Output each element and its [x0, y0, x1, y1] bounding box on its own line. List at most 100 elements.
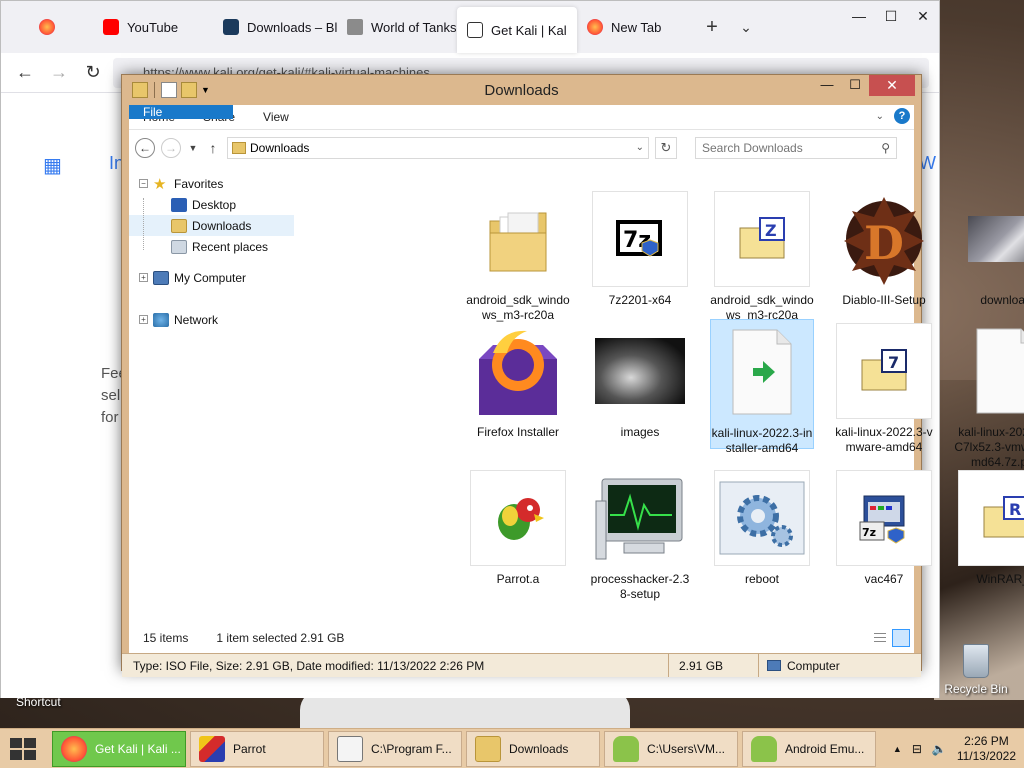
back-button[interactable]: ← [135, 137, 155, 158]
recycle-bin-label: Recycle Bin [944, 682, 1008, 696]
collapse-icon[interactable]: − [139, 179, 148, 188]
file-list: android_sdk_windows_m3-rc20a 7z 7z2201-x… [294, 165, 1024, 623]
address-bar[interactable]: Downloads ⌄ [227, 136, 649, 159]
taskbar-button-downloads[interactable]: Downloads [466, 730, 600, 767]
tree-favorites[interactable]: − ★ Favorites [129, 173, 294, 194]
explorer-window: ▼ Downloads — ☐ ✕ File Home Share View ⌄… [121, 74, 1024, 677]
file-item[interactable]: R WinRAR_2 [954, 470, 1024, 587]
network-icon [153, 312, 169, 327]
browser-tab-youtube[interactable]: YouTube [93, 1, 213, 53]
expand-ribbon-icon[interactable]: ⌄ [876, 111, 884, 122]
tree-item-desktop[interactable]: Desktop [129, 194, 294, 215]
file-item[interactable]: android_sdk_windows_m3-rc20a [466, 191, 570, 323]
tree-item-network[interactable]: + Network [129, 309, 294, 330]
downloads-folder-icon [171, 218, 187, 233]
tree-item-recent-places[interactable]: Recent places [129, 236, 294, 257]
kali-icon [467, 22, 483, 38]
search-input[interactable] [702, 140, 882, 155]
desktop-icon [171, 197, 187, 212]
taskbar-button-android-emulator[interactable]: Android Emu... [742, 730, 876, 767]
up-button[interactable]: ↑ [205, 140, 221, 156]
explorer-maximize-button[interactable]: ☐ [841, 75, 869, 96]
refresh-button[interactable]: ↻ [655, 136, 677, 159]
search-icon: ⚲ [881, 140, 890, 155]
firefox-installer-icon [470, 323, 566, 419]
details-view-icon[interactable] [870, 629, 888, 647]
file-item[interactable]: processhacker-2.38-setup [588, 470, 692, 602]
search-box[interactable]: ⚲ [695, 136, 897, 159]
taskbar-button-firefox[interactable]: Get Kali | Kali ... [52, 730, 186, 767]
folder-icon[interactable] [132, 82, 148, 98]
navigation-pane: − ★ Favorites Desktop Downloads Recent p… [129, 165, 294, 623]
file-item[interactable]: Parrot.a [466, 470, 570, 587]
expand-icon[interactable]: + [139, 273, 148, 282]
browser-tab-new-tab[interactable]: New Tab [577, 1, 695, 53]
maximize-button[interactable]: ☐ [875, 1, 907, 31]
back-button[interactable]: ← [11, 62, 39, 83]
volume-icon[interactable]: 🔈 [932, 742, 947, 756]
address-text: Downloads [250, 140, 310, 155]
tree-item-my-computer[interactable]: + My Computer [129, 267, 294, 288]
chevron-down-icon[interactable]: ⌄ [636, 142, 644, 153]
file-item[interactable]: Firefox Installer [466, 323, 570, 440]
forward-button[interactable]: → [161, 137, 181, 158]
tab-label: YouTube [127, 19, 179, 35]
recent-locations-icon[interactable]: ▼ [187, 143, 199, 153]
expand-icon[interactable]: + [139, 315, 148, 324]
list-all-tabs-button[interactable]: ⌄ [729, 1, 763, 53]
taskbar-button-parrot[interactable]: Parrot [190, 730, 324, 767]
zip-archive-icon: Z [714, 191, 810, 287]
close-button[interactable]: ✕ [907, 1, 939, 31]
file-item[interactable]: 7z 7z2201-x64 [588, 191, 692, 308]
file-item-selected[interactable]: kali-linux-2022.3-installer-amd64 [710, 319, 814, 455]
browser-tab-downloads[interactable]: Downloads – Bl [213, 1, 337, 53]
file-item[interactable]: kali-linux-2022.S4C7lx5z.3-vmware-amd64.… [954, 323, 1024, 470]
show-hidden-icons-icon[interactable]: ▲ [893, 744, 902, 754]
properties-icon[interactable] [161, 82, 177, 98]
file-item[interactable]: reboot [710, 470, 814, 587]
explorer-title-bar[interactable]: ▼ Downloads — ☐ ✕ [122, 75, 921, 105]
file-size-text: 2.91 GB [669, 654, 759, 677]
recycle-bin-icon [963, 644, 989, 678]
large-icons-view-icon[interactable] [892, 629, 910, 647]
reload-button[interactable]: ↻ [79, 62, 107, 83]
firefox-icon [587, 19, 603, 35]
file-item[interactable]: 7z vac467 [832, 470, 936, 587]
diablo-icon: D [836, 191, 932, 287]
clock[interactable]: 2:26 PM 11/13/2022 [957, 734, 1016, 764]
menu-grid-icon[interactable]: ▦ [43, 153, 62, 178]
new-folder-icon[interactable] [181, 82, 197, 98]
file-item[interactable]: D Diablo-III-Setup [832, 191, 936, 308]
selection-info: 1 item selected 2.91 GB [216, 631, 345, 645]
folder-icon [475, 735, 501, 762]
system-tray: ▲ ⊟ 🔈 2:26 PM 11/13/2022 [893, 734, 1024, 764]
iso-file-icon [714, 324, 810, 420]
ribbon-tab-file[interactable]: File [129, 105, 233, 119]
tab-label: Downloads – Bl [247, 19, 337, 35]
browser-tab-get-kali[interactable]: Get Kali | Kal ✕ [457, 7, 577, 53]
file-item[interactable]: images [588, 323, 692, 440]
browser-tab-world-of-tanks[interactable]: World of Tanks [337, 1, 457, 53]
taskbar: Get Kali | Kali ... Parrot C:\Program F.… [0, 728, 1024, 768]
help-icon[interactable]: ? [894, 108, 910, 124]
start-button[interactable] [0, 729, 46, 768]
tree-item-downloads[interactable]: Downloads [129, 215, 294, 236]
windows-logo-icon [10, 737, 36, 760]
explorer-minimize-button[interactable]: — [813, 75, 841, 96]
explorer-close-button[interactable]: ✕ [869, 75, 915, 96]
new-tab-button[interactable]: + [695, 1, 729, 53]
file-item[interactable]: download [954, 191, 1024, 308]
forward-button[interactable]: → [45, 62, 73, 83]
network-status-icon[interactable]: ⊟ [912, 742, 922, 756]
customize-toolbar-icon[interactable]: ▼ [201, 85, 210, 95]
taskbar-button-program-files[interactable]: C:\Program F... [328, 730, 462, 767]
svg-text:Z: Z [765, 221, 777, 240]
browser-tab-firefox[interactable] [1, 1, 93, 53]
file-item[interactable]: 7 kali-linux-2022.3-vmware-amd64 [832, 323, 936, 455]
firefox-icon [61, 735, 87, 762]
ribbon-tab-view[interactable]: View [249, 105, 303, 129]
recycle-bin[interactable]: Recycle Bin [938, 640, 1014, 696]
file-item[interactable]: Z android_sdk_windows_m3-rc20a [710, 191, 814, 323]
minimize-button[interactable]: — [843, 1, 875, 31]
taskbar-button-users[interactable]: C:\Users\VM... [604, 730, 738, 767]
